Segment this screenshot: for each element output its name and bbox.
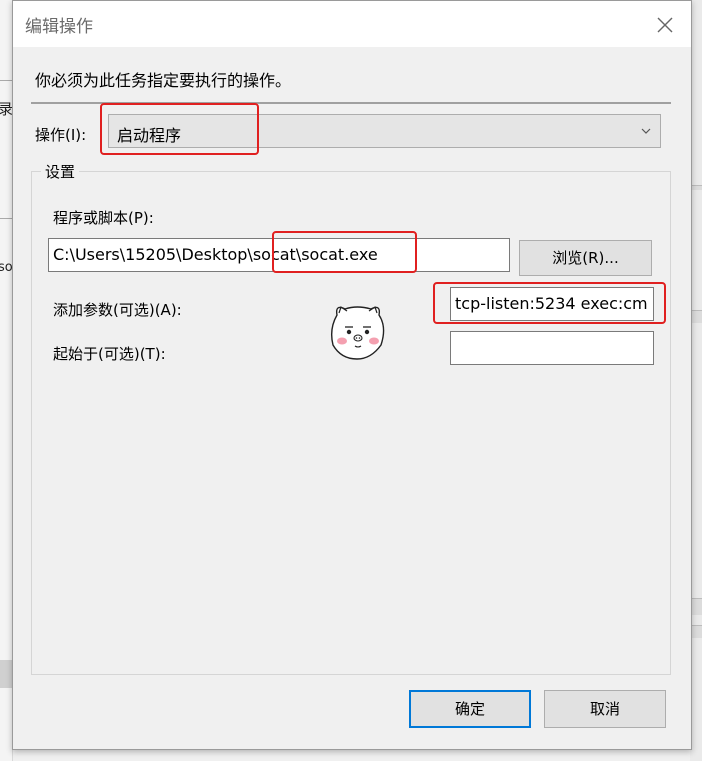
chevron-down-icon	[641, 128, 651, 134]
annotation-highlight-action	[100, 103, 259, 155]
instruction-text: 你必须为此任务指定要执行的操作。	[35, 71, 292, 90]
background-divider	[0, 218, 12, 219]
background-panel	[0, 660, 12, 688]
dialog-titlebar: 编辑操作	[13, 1, 691, 47]
browse-button[interactable]: 浏览(R)...	[519, 240, 652, 276]
edit-action-dialog: 编辑操作 你必须为此任务指定要执行的操作。 操作(I): 启动程序 设置 程序或…	[12, 0, 692, 750]
annotation-highlight-arguments	[433, 282, 666, 324]
program-label: 程序或脚本(P):	[53, 209, 154, 227]
start-in-label: 起始于(可选)(T):	[53, 345, 166, 363]
background-divider	[0, 80, 12, 81]
settings-group-title: 设置	[41, 161, 80, 182]
background-text-fragment: so	[0, 260, 13, 275]
annotation-highlight-program	[272, 231, 417, 273]
arguments-label: 添加参数(可选)(A):	[53, 301, 182, 319]
pig-face-sticker-icon	[330, 306, 385, 360]
ok-button[interactable]: 确定	[409, 690, 531, 728]
close-icon[interactable]	[651, 11, 679, 39]
dialog-title: 编辑操作	[25, 17, 93, 37]
action-label: 操作(I):	[35, 126, 87, 144]
cancel-button[interactable]: 取消	[544, 690, 666, 728]
start-in-input[interactable]	[450, 331, 654, 365]
